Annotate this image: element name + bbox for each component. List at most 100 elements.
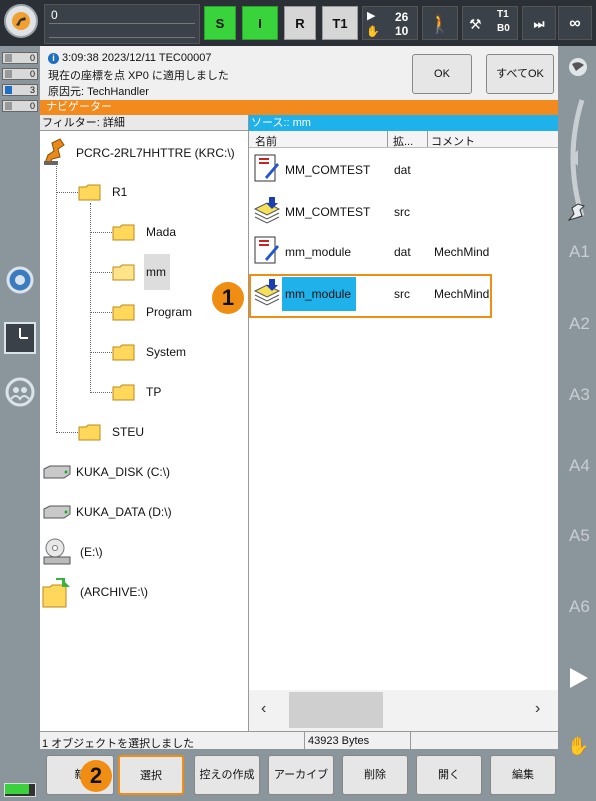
dat-file-icon xyxy=(254,236,279,264)
ok-button[interactable]: OK xyxy=(412,54,472,94)
filter-label[interactable]: フィルター: 詳細 xyxy=(40,115,248,131)
delete-button[interactable]: 削除 xyxy=(342,755,408,795)
message-counter-warning[interactable]: 0 xyxy=(2,68,38,80)
right-jog-panel: A1 A2 A3 A4 A5 A6 ✋ xyxy=(558,46,596,801)
message-text: 現在の座標を点 XP0 に適用しました xyxy=(48,70,229,82)
file-size: 43923 Bytes xyxy=(308,735,370,747)
start-play-icon[interactable] xyxy=(568,666,590,690)
file-name: MM_COMTEST xyxy=(285,163,371,177)
infinity-button[interactable]: ∞ xyxy=(558,6,592,40)
tree-item-e-drive[interactable]: (E:\) xyxy=(80,545,103,559)
axis-a2-label[interactable]: A2 xyxy=(569,314,590,334)
status-bar: 1 オブジェクトを選択しました 43923 Bytes xyxy=(40,731,558,750)
jog-increment-icon: ⏭ xyxy=(533,17,545,31)
callout-step-2: 2 xyxy=(80,760,112,792)
dat-file-icon xyxy=(254,154,279,182)
column-comment[interactable]: コメント xyxy=(431,133,475,149)
tree-item-root[interactable]: PCRC-2RL7HHTTRE (KRC:\) xyxy=(76,146,235,160)
archive-folder-icon xyxy=(42,578,70,608)
message-counter-other[interactable]: 0 xyxy=(2,100,38,112)
tree-item-program[interactable]: Program xyxy=(146,305,192,319)
jog-robot-icon[interactable] xyxy=(566,200,590,224)
open-button[interactable]: 開く xyxy=(416,755,482,795)
clock-icon[interactable] xyxy=(4,322,36,354)
robot-arm-icon xyxy=(12,12,30,30)
tree-item-mm[interactable]: mm xyxy=(144,254,170,290)
select-button[interactable]: 選択 xyxy=(118,755,184,795)
file-name: mm_module xyxy=(285,245,352,259)
cd-drive-icon xyxy=(43,538,71,565)
program-override-display[interactable]: 0 xyxy=(44,4,200,44)
operating-mode-button[interactable]: T1 xyxy=(322,6,358,40)
highlight-selected-file xyxy=(249,274,492,318)
scroll-right-icon[interactable]: › xyxy=(535,700,540,718)
drives-button[interactable]: I xyxy=(242,6,278,40)
softkey-bar: 新 選択 控えの作成 アーカイブ 削除 開く 編集 xyxy=(40,749,558,801)
tree-item-kuka-disk[interactable]: KUKA_DISK (C:\) xyxy=(76,465,170,479)
file-extension: src xyxy=(394,205,410,219)
archive-button[interactable]: アーカイブ xyxy=(268,755,334,795)
axis-a3-label[interactable]: A3 xyxy=(569,385,590,405)
axis-a1-label[interactable]: A1 xyxy=(569,242,590,262)
message-header: i 3:09:38 2023/12/11 TEC00007 xyxy=(48,52,211,64)
file-comment: MechMind xyxy=(434,245,490,259)
file-row[interactable]: mm_module dat MechMind xyxy=(249,233,558,271)
tool-base-button[interactable]: ⚒ T1 B0 xyxy=(462,6,518,40)
jog-hand-icon[interactable]: ✋ xyxy=(567,736,591,758)
src-file-icon xyxy=(253,197,281,224)
tree-item-kuka-data[interactable]: KUKA_DATA (D:\) xyxy=(76,505,172,519)
column-extension[interactable]: 拡... xyxy=(393,133,413,149)
message-counter-error[interactable]: 0 xyxy=(2,52,38,64)
tree-item-steu[interactable]: STEU xyxy=(112,425,144,439)
kuka-logo-button[interactable] xyxy=(4,4,38,38)
navigator-title: ナビゲーター xyxy=(40,100,558,115)
file-list: 名前 拡... コメント MM_COMTEST dat MM_COMTEST s… xyxy=(249,131,558,731)
callout-step-1: 1 xyxy=(212,282,244,314)
file-row[interactable]: MM_COMTEST src xyxy=(249,193,558,231)
folder-icon xyxy=(112,224,135,241)
hard-drive-icon xyxy=(43,505,71,519)
divider xyxy=(49,37,195,38)
jog-override-value: 10 xyxy=(395,24,409,38)
tree-item-r1[interactable]: R1 xyxy=(112,185,127,199)
run-mode-button[interactable]: 🚶 xyxy=(422,6,458,40)
scroll-thumb[interactable] xyxy=(289,692,383,728)
error-lamp-icon xyxy=(5,54,12,62)
override-button[interactable]: ▶ 26 ✋ 10 xyxy=(362,6,418,40)
folder-icon xyxy=(112,304,135,321)
axis-a5-label[interactable]: A5 xyxy=(569,526,590,546)
horizontal-scrollbar[interactable]: ‹ › xyxy=(249,690,558,731)
submit-interpreter-button[interactable]: S xyxy=(204,6,236,40)
globe-icon[interactable] xyxy=(567,56,589,78)
source-path-label: ソース:: mm xyxy=(249,115,558,131)
file-row[interactable]: MM_COMTEST dat xyxy=(249,151,558,189)
tree-item-tp[interactable]: TP xyxy=(146,385,161,399)
all-ok-button[interactable]: すべてOK xyxy=(486,54,554,94)
incremental-mode-button[interactable]: ⏭ xyxy=(522,6,556,40)
folder-icon xyxy=(78,184,101,201)
divider xyxy=(49,23,195,24)
gripper-icon: ⚒ xyxy=(469,16,482,32)
open-folder-icon xyxy=(112,264,135,281)
base-label: B0 xyxy=(497,23,510,34)
duplicate-button[interactable]: 控えの作成 xyxy=(194,755,260,795)
folder-icon xyxy=(78,424,101,441)
tree-item-mada[interactable]: Mada xyxy=(146,225,176,239)
message-counter-info[interactable]: 3 xyxy=(2,84,38,96)
walking-person-icon: 🚶 xyxy=(428,14,452,34)
settings-gear-icon[interactable] xyxy=(4,264,36,296)
warning-lamp-icon xyxy=(5,70,12,78)
tree-item-system[interactable]: System xyxy=(146,345,186,359)
scroll-left-icon[interactable]: ‹ xyxy=(261,700,266,718)
users-icon[interactable] xyxy=(4,376,36,408)
robot-interpreter-button[interactable]: R xyxy=(284,6,316,40)
tree-item-archive[interactable]: (ARCHIVE:\) xyxy=(80,585,148,599)
message-source: 原因元: TechHandler xyxy=(48,86,149,98)
axis-a6-label[interactable]: A6 xyxy=(569,597,590,617)
message-window: i 3:09:38 2023/12/11 TEC00007 現在の座標を点 XP0… xyxy=(40,46,558,101)
robot-controller-icon xyxy=(42,137,72,165)
axis-a4-label[interactable]: A4 xyxy=(569,456,590,476)
column-name[interactable]: 名前 xyxy=(255,133,277,149)
message-timestamp-code: 3:09:38 2023/12/11 TEC00007 xyxy=(62,52,212,64)
edit-button[interactable]: 編集 xyxy=(490,755,556,795)
